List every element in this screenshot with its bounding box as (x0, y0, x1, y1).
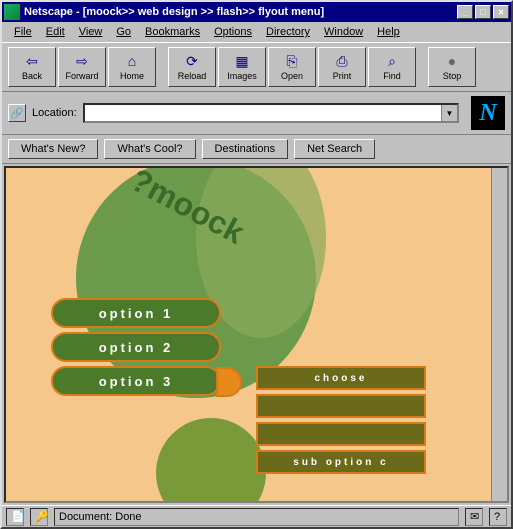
menu-bookmarks[interactable]: Bookmarks (139, 24, 206, 40)
forward-arrow-icon: ⇨ (72, 53, 92, 69)
destinations-button[interactable]: Destinations (202, 139, 289, 159)
sub-option-a[interactable] (256, 394, 426, 418)
menu-window[interactable]: Window (318, 24, 369, 40)
home-icon: ⌂ (122, 53, 142, 69)
net-search-button[interactable]: Net Search (294, 139, 375, 159)
location-input-wrap: ▼ (83, 103, 459, 123)
titlebar: Netscape - [moock>> web design >> flash>… (2, 2, 511, 22)
images-icon: ▦ (232, 53, 252, 69)
back-arrow-icon: ⇦ (22, 53, 42, 69)
home-button[interactable]: ⌂Home (108, 47, 156, 87)
menu-help[interactable]: Help (371, 24, 406, 40)
images-button[interactable]: ▦Images (218, 47, 266, 87)
content-area: ?moock option 1 option 2 option 3 choose… (4, 166, 509, 503)
whats-new-button[interactable]: What's New? (8, 139, 98, 159)
statusbar: 📄 🔑 Document: Done ✉ ? (2, 505, 511, 527)
menu-directory[interactable]: Directory (260, 24, 316, 40)
vertical-scrollbar[interactable] (491, 168, 507, 501)
close-button[interactable]: × (493, 5, 509, 19)
menu-view[interactable]: View (73, 24, 109, 40)
location-label: Location: (32, 107, 77, 119)
sub-choose-label[interactable]: choose (256, 366, 426, 390)
maximize-button[interactable]: □ (475, 5, 491, 19)
find-button[interactable]: ⌕Find (368, 47, 416, 87)
location-dropdown[interactable]: ▼ (441, 105, 457, 121)
option-3-button[interactable]: option 3 (51, 366, 221, 396)
status-doc-icon: 📄 (6, 508, 24, 526)
status-key-icon: 🔑 (30, 508, 48, 526)
netscape-logo: N (471, 96, 505, 130)
status-text: Document: Done (54, 508, 459, 526)
directory-bar: What's New? What's Cool? Destinations Ne… (2, 135, 511, 164)
option-2-button[interactable]: option 2 (51, 332, 221, 362)
sub-option-c[interactable]: sub option c (256, 450, 426, 474)
print-button[interactable]: ⎙Print (318, 47, 366, 87)
app-icon (4, 4, 20, 20)
minimize-button[interactable]: _ (457, 5, 473, 19)
stop-button[interactable]: ●Stop (428, 47, 476, 87)
menu-go[interactable]: Go (110, 24, 137, 40)
flyout-connector (216, 367, 242, 397)
print-icon: ⎙ (332, 53, 352, 69)
menu-file[interactable]: File (8, 24, 38, 40)
app-window: Netscape - [moock>> web design >> flash>… (0, 0, 513, 529)
option-1-button[interactable]: option 1 (51, 298, 221, 328)
forward-button[interactable]: ⇨Forward (58, 47, 106, 87)
window-title: Netscape - [moock>> web design >> flash>… (24, 6, 457, 18)
stop-icon: ● (442, 53, 462, 69)
whats-cool-button[interactable]: What's Cool? (104, 139, 195, 159)
open-icon: ⎘ (282, 53, 302, 69)
decorative-circle-small (156, 418, 266, 503)
option-menu: option 1 option 2 option 3 (51, 298, 221, 400)
menu-options[interactable]: Options (208, 24, 258, 40)
location-input[interactable] (85, 105, 441, 121)
status-mail-icon[interactable]: ✉ (465, 508, 483, 526)
menu-edit[interactable]: Edit (40, 24, 71, 40)
open-button[interactable]: ⎘Open (268, 47, 316, 87)
link-icon[interactable]: 🔗 (8, 104, 26, 122)
menubar: File Edit View Go Bookmarks Options Dire… (2, 22, 511, 42)
toolbar: ⇦Back ⇨Forward ⌂Home ⟳Reload ▦Images ⎘Op… (2, 42, 511, 92)
reload-icon: ⟳ (182, 53, 202, 69)
back-button[interactable]: ⇦Back (8, 47, 56, 87)
sub-option-menu: choose sub option c (256, 366, 426, 478)
location-bar: 🔗 Location: ▼ N (2, 92, 511, 135)
reload-button[interactable]: ⟳Reload (168, 47, 216, 87)
sub-option-b[interactable] (256, 422, 426, 446)
find-icon: ⌕ (382, 53, 402, 69)
status-question-icon[interactable]: ? (489, 508, 507, 526)
